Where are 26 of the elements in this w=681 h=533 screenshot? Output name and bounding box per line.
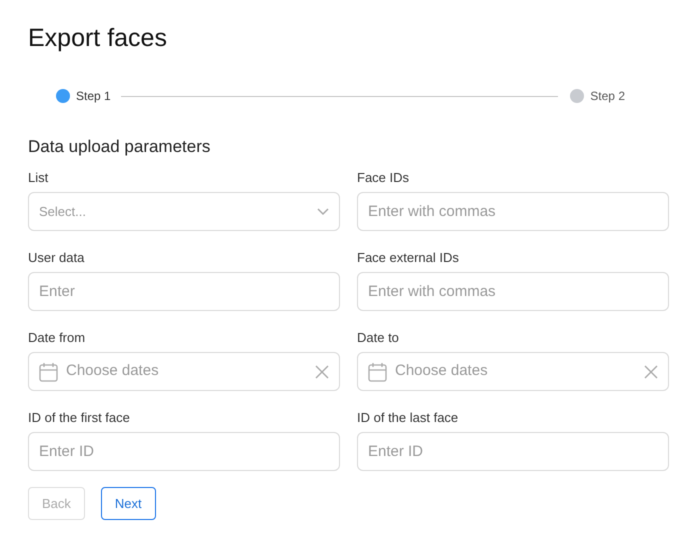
step-label[interactable]: Step 2 [590,87,625,105]
field-label: ID of the first face [28,410,130,426]
field-label: Face external IDs [357,250,459,266]
date-field[interactable]: Choose dates [357,352,669,391]
close-icon[interactable] [315,364,329,378]
field-label: ID of the last face [357,410,458,426]
field-label: List [28,170,48,186]
field-label: User data [28,250,84,266]
calendar-icon [368,362,387,382]
input-field[interactable]: Enter ID [357,432,669,471]
next-button[interactable]: Next [100,487,156,520]
input-field[interactable]: Enter with commas [357,272,669,311]
field-label: Date from [28,330,86,346]
step-label[interactable]: Step 1 [76,87,111,105]
field-label: Date to [357,330,399,346]
date-field[interactable]: Choose dates [28,352,340,391]
input-field[interactable]: Enter ID [28,432,340,471]
input-field[interactable]: Enter with commas [357,192,669,231]
page-title: Export faces [28,23,168,54]
chevron-down-icon [317,208,329,216]
section-title: Data upload parameters [28,136,212,158]
input-field[interactable]: Enter [28,272,340,311]
list-select[interactable]: Select... [28,192,340,231]
calendar-icon [39,362,58,382]
field-label: Face IDs [357,170,410,186]
close-icon[interactable] [644,364,658,378]
